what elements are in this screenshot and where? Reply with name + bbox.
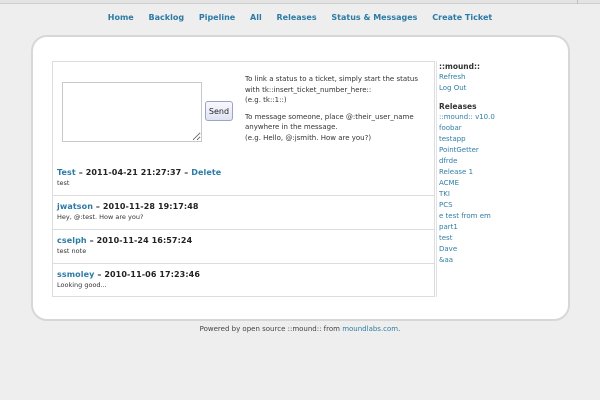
- message-item: jwatson – 2010-11-28 19:17:48 Hey, @:tes…: [53, 195, 434, 229]
- message-user[interactable]: jwatson: [57, 202, 93, 211]
- message-separator: –: [93, 202, 103, 211]
- delete-link[interactable]: Delete: [191, 168, 221, 177]
- message-header: cselph – 2010-11-24 16:57:24: [57, 234, 434, 247]
- account-heading: ::mound::: [439, 62, 481, 71]
- message-item: ssmoley – 2010-11-06 17:23:46 Looking go…: [53, 263, 434, 297]
- message-body: Looking good...: [57, 281, 107, 289]
- nav-pipeline[interactable]: Pipeline: [199, 13, 235, 22]
- release-link[interactable]: TKI: [439, 189, 546, 200]
- message-timestamp: 2011-04-21 21:27:37: [85, 168, 182, 177]
- message-separator: –: [94, 270, 105, 279]
- release-link[interactable]: &aa: [439, 255, 546, 266]
- nav-create-ticket[interactable]: Create Ticket: [432, 13, 492, 22]
- release-link[interactable]: PointGetter: [439, 145, 546, 156]
- message-timestamp: 2010-11-06 17:23:46: [104, 270, 200, 279]
- release-link[interactable]: e test from em: [439, 211, 546, 222]
- edge-tick: [577, 0, 578, 4]
- message-body: test: [57, 179, 70, 187]
- message-header: ssmoley – 2010-11-06 17:23:46: [57, 268, 434, 281]
- footer-link[interactable]: moundlabs.com: [342, 325, 398, 333]
- help-link-instruction: To link a status to a ticket, simply sta…: [245, 75, 418, 94]
- message-body: Hey, @:test. How are you?: [57, 213, 144, 221]
- delete-separator: –: [181, 168, 192, 177]
- window-top-edge: [0, 0, 600, 4]
- help-text: To link a status to a ticket, simply sta…: [245, 74, 430, 149]
- help-link-example: (e.g. tk::1::): [245, 96, 287, 104]
- message-separator: –: [86, 236, 97, 245]
- releases-heading: Releases: [439, 102, 477, 111]
- footer: Powered by open source ::mound:: from mo…: [0, 325, 600, 333]
- nav-releases[interactable]: Releases: [277, 13, 317, 22]
- nav-status-messages[interactable]: Status & Messages: [331, 13, 417, 22]
- message-header: jwatson – 2010-11-28 19:17:48: [57, 200, 434, 213]
- send-button[interactable]: Send: [205, 101, 233, 121]
- release-link[interactable]: dfrde: [439, 156, 546, 167]
- release-link[interactable]: foobar: [439, 123, 546, 134]
- release-link[interactable]: ACME: [439, 178, 546, 189]
- message-item: cselph – 2010-11-24 16:57:24 test note: [53, 229, 434, 263]
- message-user[interactable]: ssmoley: [57, 270, 94, 279]
- main-nav: Home Backlog Pipeline All Releases Statu…: [0, 13, 600, 22]
- release-link[interactable]: testapp: [439, 134, 546, 145]
- help-message-instruction: To message someone, place @:their_user_n…: [245, 112, 414, 132]
- sidebar: ::mound:: Refresh Log Out Releases ::mou…: [436, 61, 546, 297]
- release-link[interactable]: Dave: [439, 244, 546, 255]
- message-body: test note: [57, 247, 87, 255]
- release-link[interactable]: Release 1: [439, 167, 546, 178]
- message-timestamp: 2010-11-24 16:57:24: [96, 236, 193, 245]
- refresh-link[interactable]: Refresh: [439, 72, 546, 83]
- status-input[interactable]: [62, 82, 202, 142]
- message-header: Test – 2011-04-21 21:27:37 – Delete: [57, 166, 434, 179]
- release-link[interactable]: test: [439, 233, 546, 244]
- footer-suffix: .: [398, 325, 401, 333]
- release-link[interactable]: part1: [439, 222, 546, 233]
- nav-home[interactable]: Home: [108, 13, 134, 22]
- release-link[interactable]: ::mound:: v10.0: [439, 112, 546, 123]
- message-separator: –: [75, 168, 86, 177]
- nav-backlog[interactable]: Backlog: [149, 13, 185, 22]
- release-link[interactable]: PCS: [439, 200, 546, 211]
- message-timestamp: 2010-11-28 19:17:48: [102, 202, 199, 211]
- logout-link[interactable]: Log Out: [439, 83, 546, 94]
- message-item: Test – 2011-04-21 21:27:37 – Delete test: [53, 166, 434, 195]
- help-message-example: (e.g. Hello, @:jsmith. How are you?): [245, 133, 372, 142]
- message-user[interactable]: Test: [57, 168, 76, 177]
- message-user[interactable]: cselph: [57, 236, 87, 245]
- footer-text: Powered by open source ::mound:: from: [199, 325, 343, 333]
- nav-all[interactable]: All: [250, 13, 262, 22]
